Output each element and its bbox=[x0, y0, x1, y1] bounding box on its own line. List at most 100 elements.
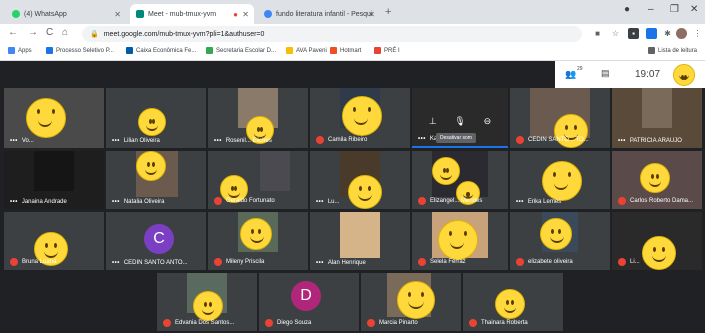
participants-count: 29 bbox=[577, 66, 583, 72]
more-options-icon[interactable]: ••• bbox=[112, 260, 120, 266]
participant-name: ••• Janaina Andrade bbox=[10, 199, 67, 205]
participant-tile[interactable]: elizabete oliveira bbox=[510, 212, 610, 270]
video-feed bbox=[34, 151, 74, 191]
meet-top-bar: 👥 29 ▤ 19:07 bbox=[0, 61, 705, 88]
close-window-icon[interactable]: ✕ bbox=[690, 4, 698, 15]
mic-icon[interactable]: 🎙 bbox=[454, 116, 465, 127]
participant-name: Geraldo Fortunato bbox=[214, 197, 275, 205]
back-arrow-icon[interactable]: ← bbox=[8, 27, 18, 38]
more-options-icon[interactable]: ••• bbox=[418, 136, 426, 142]
tab-whatsapp[interactable]: (4) WhatsApp ✕ bbox=[6, 4, 126, 24]
url-input[interactable]: 🔒 meet.google.com/mub-tmux-yvm?pli=1&aut… bbox=[82, 26, 582, 42]
bookmark-item[interactable]: Hotmart bbox=[330, 47, 361, 54]
participant-tile[interactable]: Li... bbox=[612, 212, 702, 270]
bookmark-item[interactable]: Secretaria Escolar D... bbox=[206, 47, 276, 54]
tab-meet[interactable]: Meet - mub-tmux-yvm ● ✕ bbox=[130, 4, 254, 24]
face-emoji-icon bbox=[240, 218, 272, 250]
participant-name: Camila Ribeiro bbox=[316, 136, 367, 144]
reading-list[interactable]: Lista de leitura bbox=[648, 47, 697, 54]
extension-icon[interactable] bbox=[646, 28, 657, 39]
participant-tile[interactable]: ••• Lu... bbox=[310, 151, 410, 209]
minimize-icon[interactable]: – bbox=[648, 4, 654, 15]
bookmark-label: PRÉ I bbox=[384, 47, 400, 54]
google-icon bbox=[264, 10, 272, 18]
participant-tile[interactable]: Bruna Luana bbox=[4, 212, 104, 270]
participant-tile[interactable]: ••• Vo... bbox=[4, 88, 104, 148]
participant-name: ••• Lilian Oliveira bbox=[112, 138, 160, 144]
close-tab-icon[interactable]: ● bbox=[233, 10, 238, 19]
menu-icon[interactable]: ⋮ bbox=[692, 28, 703, 39]
more-options-icon[interactable]: ••• bbox=[618, 138, 626, 144]
face-emoji-icon bbox=[26, 98, 66, 138]
bookmark-item[interactable]: AVA Paveni bbox=[286, 47, 327, 54]
close-tab-icon[interactable]: ✕ bbox=[368, 10, 375, 19]
participant-tile[interactable]: ••• Alan Henrique bbox=[310, 212, 410, 270]
mic-off-icon bbox=[367, 319, 375, 327]
bookmark-item[interactable]: Processo Seletivo P... bbox=[46, 47, 114, 54]
more-options-icon[interactable]: ••• bbox=[10, 199, 18, 205]
more-options-icon[interactable]: ••• bbox=[112, 199, 120, 205]
avatar[interactable] bbox=[676, 28, 687, 39]
participant-tile[interactable]: ••• Lilian Oliveira bbox=[106, 88, 206, 148]
face-emoji-icon bbox=[136, 151, 166, 181]
participant-tile[interactable]: D Diego Souza bbox=[259, 273, 359, 331]
more-options-icon[interactable]: ••• bbox=[316, 199, 324, 205]
close-tab-icon[interactable]: ✕ bbox=[242, 10, 249, 19]
camera-icon[interactable]: ■ bbox=[592, 28, 603, 39]
chat-icon[interactable]: ▤ bbox=[601, 68, 610, 79]
puzzle-icon[interactable]: ✱ bbox=[662, 28, 673, 39]
star-icon[interactable]: ☆ bbox=[610, 28, 621, 39]
participant-tile[interactable]: Marcia Pinarto bbox=[361, 273, 461, 331]
bookmark-label: Hotmart bbox=[340, 47, 362, 54]
participant-tile[interactable]: Elizangel... Mendes bbox=[412, 151, 508, 209]
more-options-icon[interactable]: ••• bbox=[516, 199, 524, 205]
participant-tile[interactable]: ••• Natalia Oliveira bbox=[106, 151, 206, 209]
maximize-icon[interactable]: ❐ bbox=[670, 4, 679, 15]
participant-name: Marcia Pinarto bbox=[367, 319, 418, 327]
participant-tile[interactable]: Geraldo Fortunato bbox=[208, 151, 308, 209]
meet-info-panel: 👥 29 ▤ 19:07 bbox=[555, 61, 705, 88]
participant-tile[interactable]: C ••• CEDIN SANTO ANTO... bbox=[106, 212, 206, 270]
tab-search[interactable]: fundo literatura infantil - Pesqui ✕ bbox=[258, 4, 380, 24]
extension-icon[interactable]: ▪ bbox=[628, 28, 639, 39]
people-icon[interactable]: 👥 bbox=[565, 69, 576, 80]
participant-name: Li... bbox=[618, 258, 640, 266]
pin-icon[interactable]: ⊥ bbox=[429, 116, 437, 127]
more-options-icon[interactable]: ••• bbox=[316, 260, 324, 266]
remove-icon[interactable]: ⊖ bbox=[484, 116, 492, 127]
forward-arrow-icon[interactable]: → bbox=[28, 27, 38, 38]
participant-name: ••• Natalia Oliveira bbox=[112, 199, 165, 205]
participant-tile[interactable]: Thainara Roberta bbox=[463, 273, 563, 331]
more-options-icon[interactable]: ••• bbox=[214, 138, 222, 144]
bookmark-apps[interactable]: Apps bbox=[8, 47, 32, 54]
participant-name: elizabete oliveira bbox=[516, 258, 573, 266]
profile-dot-icon[interactable]: ● bbox=[624, 4, 630, 15]
participant-tile[interactable]: ••• Erika Lemes bbox=[510, 151, 610, 209]
avatar: D bbox=[291, 281, 321, 311]
bookmark-icon bbox=[206, 47, 213, 54]
bookmark-item[interactable]: Caixa Econômica Fe... bbox=[126, 47, 196, 54]
tab-title: (4) WhatsApp bbox=[24, 10, 67, 18]
close-tab-icon[interactable]: ✕ bbox=[114, 10, 121, 19]
participant-tile[interactable]: ••• Rosenil... Eliches bbox=[208, 88, 308, 148]
participant-tile[interactable]: Mileny Priscila bbox=[208, 212, 308, 270]
participant-tile[interactable]: Edvania Dos Santos... bbox=[157, 273, 257, 331]
participant-tile[interactable]: CEDIN SANTO... TO... bbox=[510, 88, 610, 148]
participant-tile[interactable]: ••• PATRICIA ARAUJO bbox=[612, 88, 702, 148]
bookmark-label: Apps bbox=[18, 47, 32, 54]
home-icon[interactable]: ⌂ bbox=[62, 27, 68, 38]
participant-name: Diego Souza bbox=[265, 319, 311, 327]
more-options-icon[interactable]: ••• bbox=[10, 138, 18, 144]
more-options-icon[interactable]: ••• bbox=[112, 138, 120, 144]
participant-tile[interactable]: ••• Janaina Andrade bbox=[4, 151, 104, 209]
reload-icon[interactable]: C bbox=[46, 27, 53, 38]
tooltip: Desativar som bbox=[436, 133, 476, 143]
bookmark-item[interactable]: PRÉ I bbox=[374, 47, 400, 54]
new-tab-button[interactable]: + bbox=[385, 6, 391, 18]
avatar[interactable] bbox=[673, 64, 695, 86]
participant-tile[interactable]: Camila Ribeiro bbox=[310, 88, 410, 148]
participant-tile[interactable]: Carlos Roberto Dama... bbox=[612, 151, 702, 209]
face-emoji-icon bbox=[640, 163, 670, 193]
participant-tile[interactable]: Selela Ferraz bbox=[412, 212, 508, 270]
face-emoji-icon bbox=[348, 175, 382, 209]
